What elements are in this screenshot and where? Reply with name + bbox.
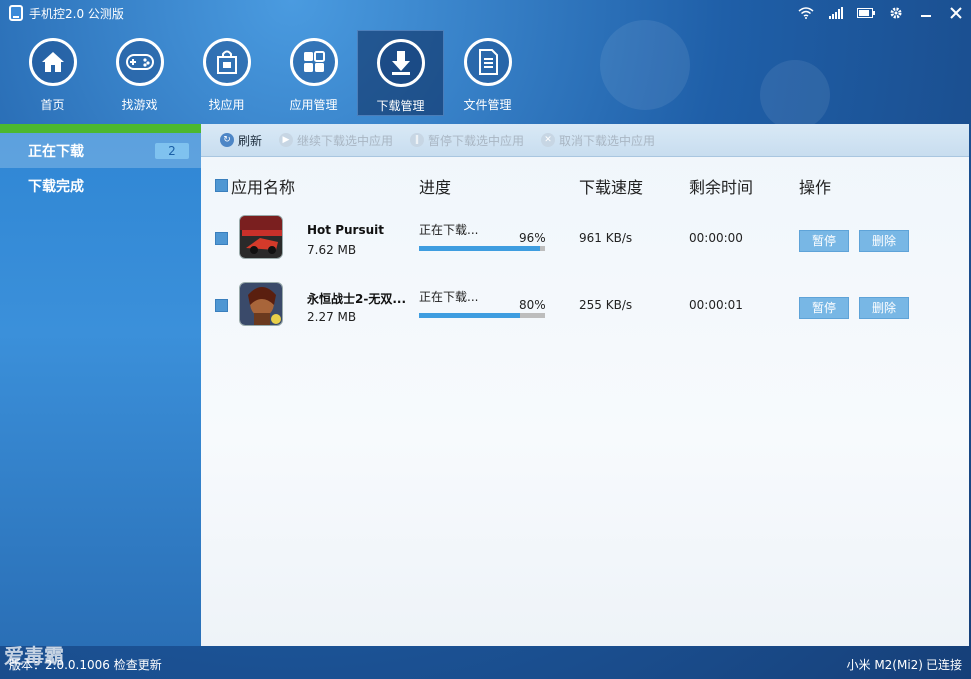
progress-fill (419, 246, 540, 251)
app-name: 永恒战士2-无双... (307, 292, 407, 306)
app-size: 2.27 MB (307, 310, 357, 324)
download-speed: 255 KB/s (579, 298, 633, 312)
cancel-selected-button[interactable]: ✕ 取消下载选中应用 (541, 132, 655, 149)
sidebar-accent-strip (0, 124, 201, 133)
column-header-name: 应用名称 (231, 178, 296, 197)
delete-button[interactable]: 删除 (859, 230, 909, 252)
title-bar-icons (791, 0, 971, 26)
nav-download-manager[interactable]: 下载管理 (357, 30, 444, 116)
pause-button[interactable]: 暂停 (799, 297, 849, 319)
progress-bar (419, 313, 545, 318)
wifi-icon (791, 0, 821, 26)
remaining-time: 00:00:00 (689, 231, 743, 245)
grid-icon (289, 38, 338, 86)
pause-selected-button[interactable]: ‖ 暂停下载选中应用 (410, 132, 524, 149)
pause-icon: ‖ (410, 133, 425, 147)
main-panel: ↻ 刷新 ▶ 继续下载选中应用 ‖ 暂停下载选中应用 ✕ 取消下载选中应用 应用… (201, 124, 969, 646)
gear-icon[interactable] (881, 0, 911, 26)
gamepad-icon (115, 38, 164, 86)
watermark-logo: 爱毒霸 (4, 644, 64, 668)
cancel-label: 取消下载选中应用 (559, 133, 656, 148)
nav-label: 找游戏 (121, 98, 158, 112)
progress-percent: 80% (519, 298, 546, 312)
nav-home[interactable]: 首页 (9, 30, 96, 116)
home-icon (28, 38, 77, 86)
select-all-checkbox[interactable] (215, 177, 228, 196)
shopping-bag-icon (202, 38, 251, 86)
column-header-speed: 下载速度 (579, 178, 644, 197)
app-icon (239, 282, 283, 326)
table-row: Hot Pursuit 7.62 MB 正在下载... 96% 961 KB/s… (201, 215, 969, 263)
table-header: 应用名称 进度 下载速度 剩余时间 操作 (201, 174, 969, 197)
checkbox[interactable] (215, 179, 228, 192)
bokeh-decoration (600, 20, 690, 110)
column-header-progress: 进度 (419, 178, 452, 197)
table-row: 永恒战士2-无双... 2.27 MB 正在下载... 80% 255 KB/s… (201, 282, 969, 330)
nav-label: 首页 (40, 98, 65, 112)
sidebar-item-label: 下载完成 (28, 178, 84, 195)
device-name: 小米 M2(Mi2) (846, 658, 924, 672)
app-title: 手机控2.0 公测版 (29, 6, 124, 21)
column-header-actions: 操作 (799, 178, 832, 197)
nav-app-manager[interactable]: 应用管理 (270, 30, 357, 116)
count-badge: 2 (155, 143, 189, 159)
app-name: Hot Pursuit (307, 223, 384, 237)
sidebar-item-label: 正在下载 (28, 143, 84, 160)
nav-file-manager[interactable]: 文件管理 (444, 30, 531, 116)
close-icon[interactable] (941, 0, 971, 26)
main-nav: 首页 找游戏 找应用 应用管理 下载管理 文件管理 (9, 30, 531, 116)
remaining-time: 00:00:01 (689, 298, 743, 312)
minimize-icon[interactable] (911, 0, 941, 26)
bokeh-decoration (760, 60, 830, 130)
download-speed: 961 KB/s (579, 231, 633, 245)
progress-fill (419, 313, 520, 318)
refresh-button[interactable]: ↻ 刷新 (220, 132, 262, 149)
connection-status: 已连接 (925, 658, 962, 672)
nav-label: 文件管理 (463, 98, 512, 112)
download-icon (376, 39, 425, 87)
download-status: 正在下载... (419, 223, 479, 237)
row-checkbox[interactable] (215, 232, 228, 245)
app-logo-icon (9, 5, 23, 21)
document-icon (463, 38, 512, 86)
pause-label: 暂停下载选中应用 (428, 133, 525, 148)
progress-bar (419, 246, 545, 251)
nav-label: 找应用 (208, 98, 245, 112)
sidebar: 正在下载 2 下载完成 (0, 124, 201, 646)
resume-label: 继续下载选中应用 (297, 133, 394, 148)
play-icon: ▶ (279, 133, 294, 147)
signal-icon (821, 0, 851, 26)
nav-label: 应用管理 (289, 98, 338, 112)
pause-button[interactable]: 暂停 (799, 230, 849, 252)
resume-selected-button[interactable]: ▶ 继续下载选中应用 (279, 132, 393, 149)
refresh-icon: ↻ (220, 133, 234, 147)
progress-percent: 96% (519, 231, 546, 245)
title-bar: 手机控2.0 公测版 (0, 0, 971, 26)
battery-icon (851, 0, 881, 26)
nav-label: 下载管理 (376, 99, 425, 113)
row-checkbox[interactable] (215, 299, 228, 312)
column-header-remaining: 剩余时间 (689, 178, 754, 197)
app-size: 7.62 MB (307, 243, 357, 257)
sidebar-item-downloading[interactable]: 正在下载 2 (0, 133, 201, 168)
sidebar-item-completed[interactable]: 下载完成 (0, 168, 201, 203)
status-bar: 版本：2.0.0.1006 检查更新 小米 M2(Mi2) 已连接 (0, 646, 971, 679)
download-status: 正在下载... (419, 290, 479, 304)
toolbar: ↻ 刷新 ▶ 继续下载选中应用 ‖ 暂停下载选中应用 ✕ 取消下载选中应用 (201, 124, 969, 157)
app-icon (239, 215, 283, 259)
close-circle-icon: ✕ (541, 133, 556, 147)
refresh-label: 刷新 (238, 133, 263, 148)
nav-apps[interactable]: 找应用 (183, 30, 270, 116)
delete-button[interactable]: 删除 (859, 297, 909, 319)
nav-games[interactable]: 找游戏 (96, 30, 183, 116)
